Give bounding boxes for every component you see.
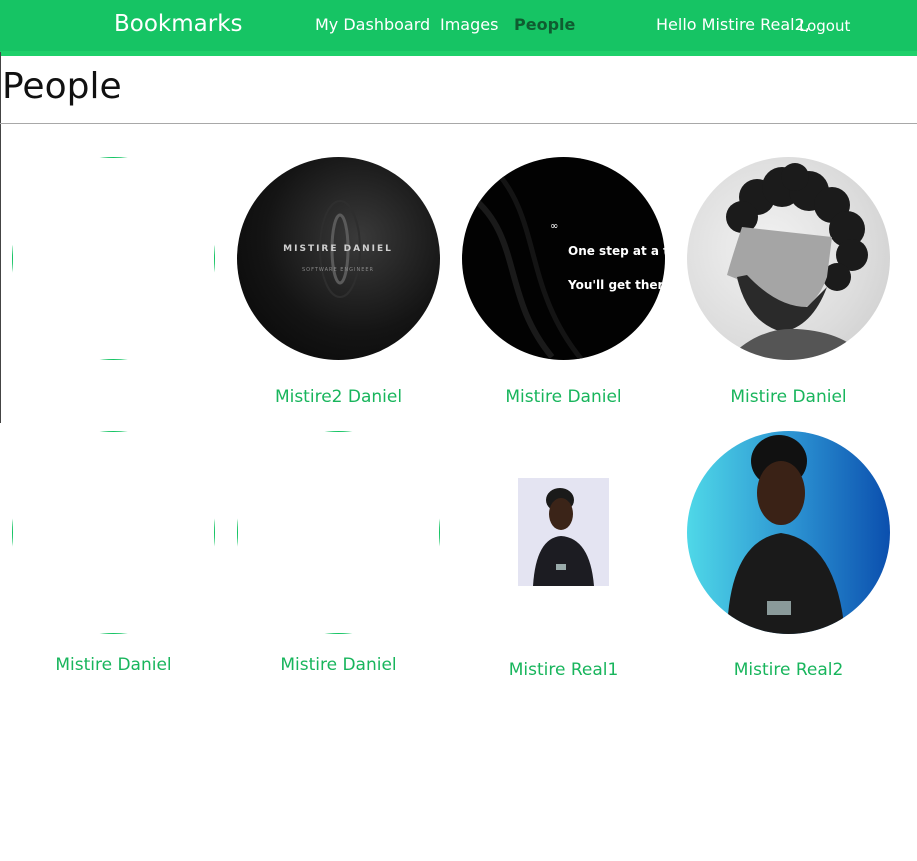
nav-my-dashboard[interactable]: My Dashboard xyxy=(315,15,430,34)
avatar-placeholder xyxy=(12,431,215,634)
avatar-placeholder xyxy=(12,157,215,360)
logo-subtext: SOFTWARE ENGINEER xyxy=(302,267,374,273)
person-photo xyxy=(518,478,609,586)
portrait-image xyxy=(726,163,868,360)
avatar-image xyxy=(687,157,890,360)
nav-people[interactable]: People xyxy=(514,15,575,34)
person-name[interactable]: Mistire Daniel xyxy=(1,655,226,675)
logo-text: MISTIRE DANIEL xyxy=(283,244,393,254)
avatar-image: ∞ One step at a time, You'll get there xyxy=(462,157,665,360)
avatar-image: MISTIRE DANIEL SOFTWARE ENGINEER xyxy=(237,157,440,360)
title-divider xyxy=(0,123,917,124)
top-navbar: Bookmarks My Dashboard Images People Hel… xyxy=(0,0,917,51)
person-name[interactable]: Mistire2 Daniel xyxy=(226,387,451,407)
person-name[interactable]: Mistire Real2 xyxy=(676,660,901,680)
person-name[interactable]: Mistire Daniel xyxy=(676,387,901,407)
person-photo xyxy=(727,435,845,634)
logo-image: MISTIRE DANIEL SOFTWARE ENGINEER xyxy=(283,200,393,298)
person-name[interactable]: Mistire Daniel xyxy=(451,387,676,407)
header-accent-stripe xyxy=(0,51,917,56)
user-greeting: Hello Mistire Real2, xyxy=(656,15,810,34)
person-name[interactable]: Mistire Real1 xyxy=(451,660,676,680)
avatar-image xyxy=(687,431,890,634)
svg-text:You'll get there: You'll get there xyxy=(567,278,665,292)
logout-link[interactable]: Logout xyxy=(799,17,850,35)
infinity-icon: ∞ xyxy=(550,221,558,232)
logo-link[interactable]: Bookmarks xyxy=(114,11,243,37)
avatar-image xyxy=(518,478,609,586)
svg-text:One step at a time,: One step at a time, xyxy=(568,244,665,258)
person-name[interactable]: Mistire Daniel xyxy=(226,655,451,675)
avatar-placeholder xyxy=(237,431,440,634)
page-title: People xyxy=(2,66,122,107)
left-border xyxy=(0,52,1,423)
nav-images[interactable]: Images xyxy=(440,15,498,34)
quote-image: ∞ One step at a time, You'll get there xyxy=(470,165,665,360)
